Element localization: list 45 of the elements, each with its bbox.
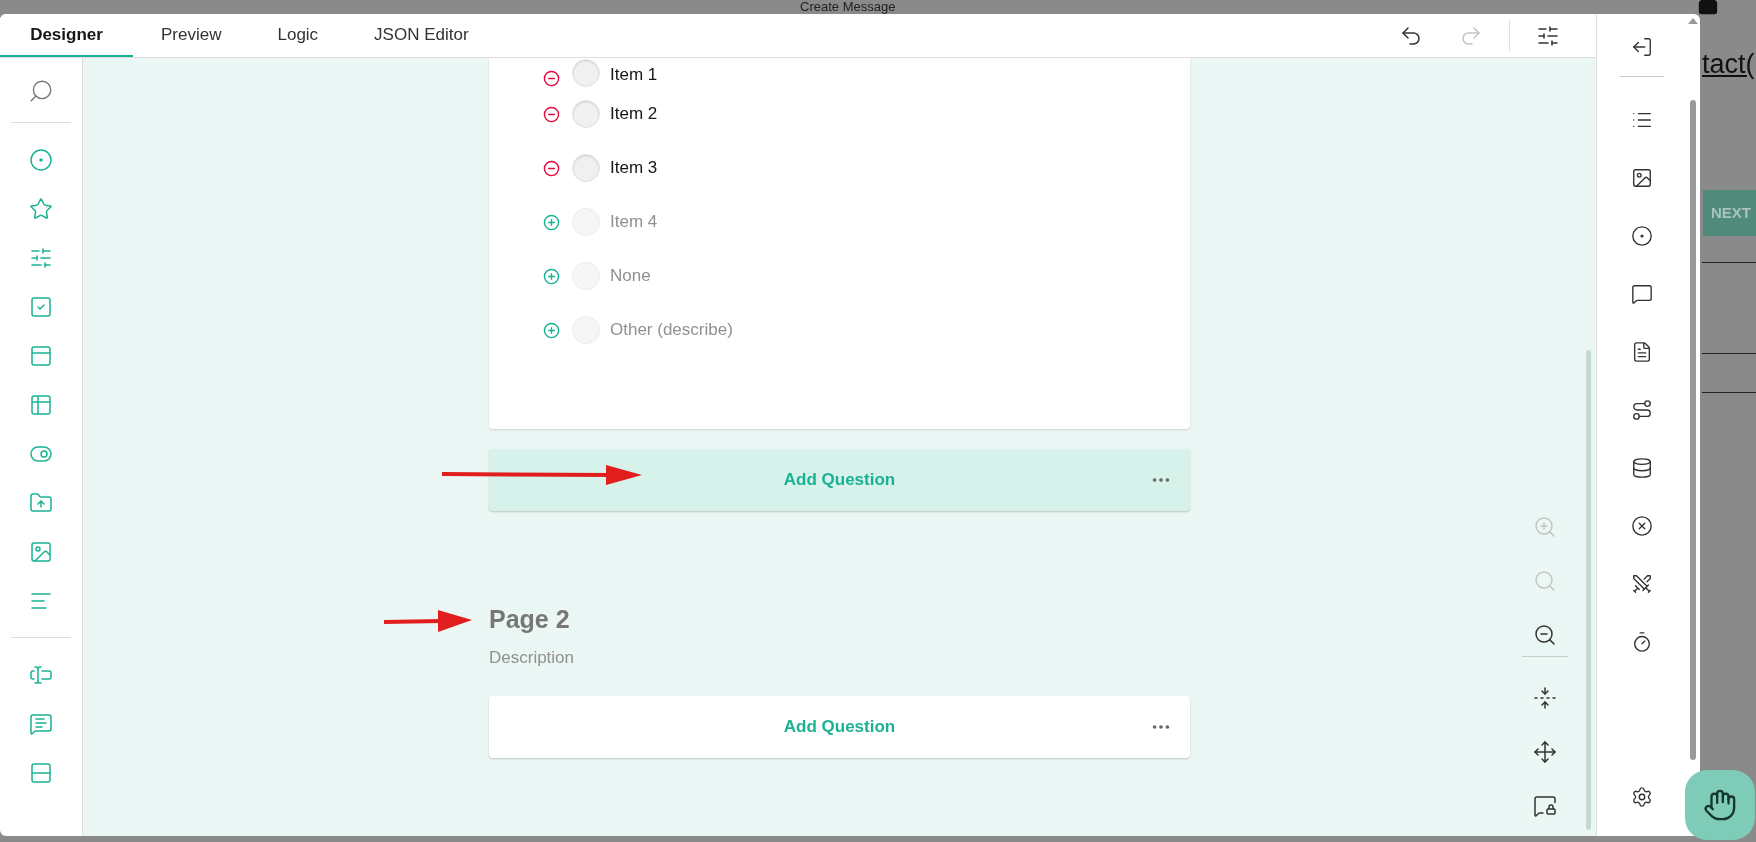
- rows-icon[interactable]: [29, 760, 53, 785]
- search-icon[interactable]: [28, 78, 54, 104]
- remove-icon[interactable]: [543, 159, 560, 177]
- circle-x-icon[interactable]: [1630, 515, 1653, 537]
- tab[interactable]: Logic: [249, 14, 347, 57]
- choice-label: None: [610, 265, 651, 288]
- page-description: Description: [489, 646, 576, 669]
- comment-icon[interactable]: [29, 711, 53, 736]
- page-title: Create Message: [800, 0, 896, 14]
- circle-icon[interactable]: [1630, 225, 1653, 247]
- remove-icon[interactable]: [543, 105, 560, 123]
- star-icon[interactable]: [29, 196, 53, 221]
- scrollbar[interactable]: [1690, 100, 1696, 760]
- scrollbar[interactable]: [1586, 350, 1591, 830]
- settings-icon[interactable]: [1630, 786, 1653, 808]
- crossed-swords-icon[interactable]: [1630, 573, 1653, 595]
- page-title: Page 2: [489, 604, 571, 635]
- contact-link[interactable]: tact(: [1702, 44, 1755, 85]
- radio-icon[interactable]: [29, 147, 53, 172]
- radio-button[interactable]: [572, 59, 600, 87]
- choice-label: Item 3: [610, 157, 658, 180]
- slider-icon[interactable]: [29, 245, 53, 270]
- table-icon[interactable]: [29, 392, 53, 417]
- help-button[interactable]: [1685, 770, 1755, 840]
- choice-label: Item 4: [610, 211, 658, 234]
- exit-icon[interactable]: [1630, 36, 1653, 58]
- checkbox-icon[interactable]: [29, 294, 53, 319]
- image-icon[interactable]: [1630, 167, 1653, 189]
- route-icon[interactable]: [1630, 399, 1653, 421]
- add-icon[interactable]: [543, 267, 560, 285]
- add-icon[interactable]: [543, 213, 560, 231]
- tab[interactable]: Preview: [133, 14, 250, 57]
- tab[interactable]: JSON Editor: [346, 14, 497, 57]
- radio-button[interactable]: [572, 100, 600, 128]
- remove-icon[interactable]: [543, 70, 560, 87]
- choice-label: Other (describe): [610, 319, 733, 342]
- hand-icon: [1703, 788, 1737, 822]
- radio-button[interactable]: [572, 154, 600, 182]
- add-icon[interactable]: [543, 321, 560, 339]
- folder-upload-icon[interactable]: [29, 490, 53, 515]
- message-icon[interactable]: [1630, 283, 1653, 305]
- choice-label: Item 1: [610, 63, 658, 86]
- dropdown-icon[interactable]: [29, 343, 53, 368]
- database-icon[interactable]: [1630, 457, 1653, 479]
- choice-label: Item 2: [610, 103, 658, 126]
